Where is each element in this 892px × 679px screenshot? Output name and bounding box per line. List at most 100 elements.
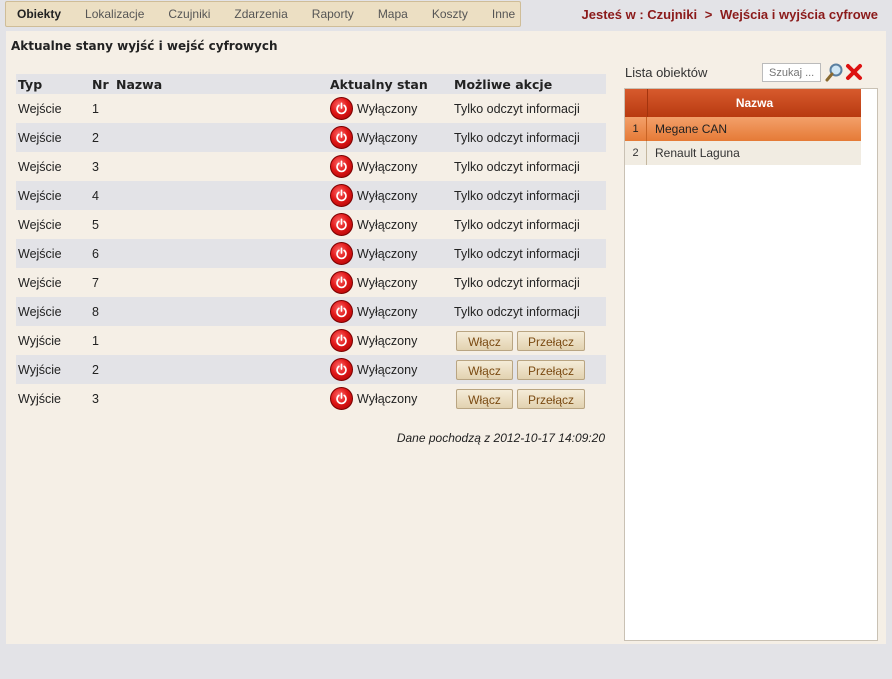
cell-nr: 1 [92,333,99,348]
cell-typ: Wejście [16,239,92,268]
state-label: Wyłączony [357,304,418,319]
object-list-item[interactable]: 2 Renault Laguna [625,141,861,165]
nav-raporty[interactable]: Raporty [300,7,366,21]
state-label: Wyłączony [357,246,418,261]
cell-typ: Wejście [16,181,92,210]
cell-nazwa [116,210,330,239]
nav-lokalizacje[interactable]: Lokalizacje [73,7,156,21]
cell-stan: Wyłączony [330,297,454,326]
power-off-icon [330,126,353,149]
col-header-stan: Aktualny stan [330,74,454,94]
page-title: Aktualne stany wyjść i wejść cyfrowych [11,39,278,53]
col-header-typ: Typ [16,74,92,94]
table-row: Wejście 8 Wyłączony Tylko odczyt informacji [16,297,606,326]
cell-nazwa [116,181,330,210]
cell-typ: Wyjście [16,355,92,384]
top-bar: Obiekty Lokalizacje Czujniki Zdarzenia R… [0,0,892,31]
cell-stan: Wyłączony [330,239,454,268]
cell-akcje: Włącz Przełącz [454,326,606,355]
state-label: Wyłączony [357,391,418,406]
cell-stan: Wyłączony [330,326,454,355]
power-off-icon [330,242,353,265]
power-off-icon [330,184,353,207]
power-off-icon [330,97,353,120]
cell-nazwa [116,326,330,355]
cell-nr: 8 [92,297,116,326]
cell-nr: 5 [92,217,99,232]
clear-search-icon[interactable] [844,62,864,82]
table-header-row: Typ Nr Nazwa Aktualny stan Możliwe akcje [16,74,606,94]
power-off-icon [330,300,353,323]
object-list-item-name: Megane CAN [655,122,728,136]
power-off-icon [330,213,353,236]
table-row: Wejście 3 Wyłączony Tylko odczyt informacji [16,152,606,181]
cell-typ: Wejście [18,159,62,174]
toggle-button[interactable]: Przełącz [517,388,585,409]
cell-nr: 2 [92,123,116,152]
nav-obiekty[interactable]: Obiekty [6,7,73,21]
table-row: Wejście 5 Wyłączony Tylko odczyt informacji [16,210,606,239]
table-row: Wejście 6 Wyłączony Tylko odczyt informacji [16,239,606,268]
toggle-button[interactable]: Przełącz [517,359,585,380]
toggle-button[interactable]: Przełącz [517,330,585,351]
cell-typ: Wejście [18,275,62,290]
turn-on-button[interactable]: Włącz [456,388,513,409]
nav-inne[interactable]: Inne [480,7,527,21]
turn-on-button[interactable]: Włącz [456,359,513,380]
cell-stan: Wyłączony [330,355,454,384]
state-label: Wyłączony [357,275,418,290]
cell-akcje: Tylko odczyt informacji [454,239,606,268]
cell-nr: 6 [92,239,116,268]
cell-typ: Wejście [18,217,62,232]
state-label: Wyłączony [357,130,418,145]
table-row: Wejście 4 Wyłączony Tylko odczyt informacji [16,181,606,210]
cell-typ: Wyjście [18,391,61,406]
cell-nazwa [116,239,330,268]
col-header-nr: Nr [92,74,116,94]
cell-typ: Wejście [16,297,92,326]
power-off-icon [330,387,353,410]
table-row: Wyjście 2 Wyłączony Włącz Przełącz [16,355,606,384]
cell-akcje: Tylko odczyt informacji [454,217,580,232]
cell-nazwa [116,152,330,181]
object-list-header-nazwa[interactable]: Nazwa [648,89,861,117]
main-nav: Obiekty Lokalizacje Czujniki Zdarzenia R… [5,1,521,27]
data-timestamp: Dane pochodzą z 2012-10-17 14:09:20 [396,431,605,445]
nav-zdarzenia[interactable]: Zdarzenia [222,7,299,21]
cell-stan: Wyłączony [330,210,454,239]
object-search-input[interactable] [762,63,821,82]
turn-on-button[interactable]: Włącz [456,330,513,351]
col-header-akcje: Możliwe akcje [454,74,606,94]
object-list-item-name: Renault Laguna [655,146,740,160]
breadcrumb-prefix: Jesteś w : [581,7,644,22]
cell-stan: Wyłączony [330,123,454,152]
col-header-nazwa: Nazwa [116,74,330,94]
table-row: Wyjście 1 Wyłączony Włącz Przełącz [16,326,606,355]
nav-koszty[interactable]: Koszty [420,7,480,21]
table-row: Wejście 2 Wyłączony Tylko odczyt informacji [16,123,606,152]
nav-mapa[interactable]: Mapa [366,7,420,21]
nav-czujniki[interactable]: Czujniki [156,7,222,21]
cell-stan: Wyłączony [330,94,454,123]
table-row: Wejście 1 Wyłączony Tylko odczyt informacji [16,94,606,123]
state-label: Wyłączony [357,188,418,203]
cell-nazwa [116,297,330,326]
cell-typ: Wejście [18,101,62,116]
cell-typ: Wejście [16,123,92,152]
cell-akcje: Tylko odczyt informacji [454,159,580,174]
object-list-header: Nazwa [625,89,861,117]
object-list-item-num: 1 [625,117,647,141]
cell-nazwa [116,268,330,297]
object-list-item[interactable]: 1 Megane CAN [625,117,861,141]
cell-akcje: Tylko odczyt informacji [454,101,580,116]
breadcrumb-separator: > [704,7,713,22]
cell-akcje: Tylko odczyt informacji [454,123,606,152]
state-label: Wyłączony [357,362,418,377]
object-list-label: Lista obiektów [625,65,708,80]
table-row: Wyjście 3 Wyłączony Włącz Przełącz [16,384,606,413]
breadcrumb: Jesteś w : Czujniki > Wejścia i wyjścia … [582,7,878,22]
search-icon[interactable] [825,62,845,82]
power-off-icon [330,271,353,294]
object-list: Nazwa 1 Megane CAN 2 Renault Laguna [624,88,878,641]
breadcrumb-czujniki[interactable]: Czujniki [647,7,697,22]
